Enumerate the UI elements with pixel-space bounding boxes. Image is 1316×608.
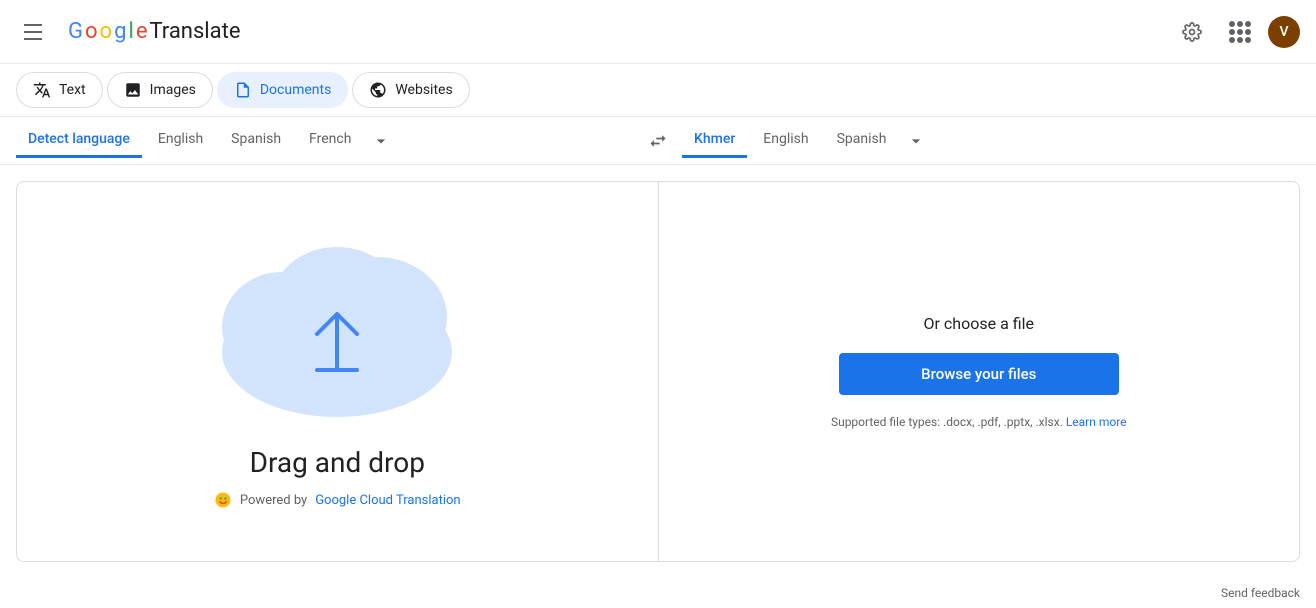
source-lang-detect[interactable]: Detect language: [16, 123, 142, 158]
hamburger-icon: [24, 20, 48, 44]
main-content: Drag and drop Powered by Google Cloud Tr…: [16, 181, 1300, 562]
logo-o1: o: [85, 19, 98, 44]
header-right: V: [1172, 12, 1300, 52]
supported-types-text: Supported file types: .docx, .pdf, .pptx…: [831, 415, 1127, 429]
tab-images-label: Images: [150, 82, 196, 98]
chevron-down-icon: [371, 131, 391, 151]
browse-files-panel: Or choose a file Browse your files Suppo…: [659, 182, 1300, 561]
apps-button[interactable]: [1220, 12, 1260, 52]
logo-e: e: [136, 19, 148, 44]
target-lang-more-button[interactable]: [902, 123, 930, 159]
app-logo: Google Translate: [68, 19, 240, 44]
choose-file-label: Or choose a file: [924, 314, 1034, 333]
chevron-down-icon: [906, 131, 926, 151]
gear-icon: [1182, 22, 1202, 42]
translate-icon: [33, 81, 51, 99]
powered-by: Powered by Google Cloud Translation: [202, 479, 473, 521]
google-cloud-icon: [214, 491, 232, 509]
settings-button[interactable]: [1172, 12, 1212, 52]
tab-websites-label: Websites: [395, 82, 452, 98]
tab-documents-label: Documents: [260, 82, 331, 98]
tabs-row: Text Images Documents Websites: [0, 64, 1316, 117]
grid-icon: [1229, 21, 1251, 43]
logo-g: G: [68, 19, 83, 44]
drag-drop-label: Drag and drop: [250, 446, 425, 479]
source-lang-french[interactable]: French: [297, 123, 363, 158]
cloud-upload-icon: [197, 222, 477, 422]
language-bar: Detect language English Spanish French K…: [0, 117, 1316, 165]
globe-icon: [369, 81, 387, 99]
tab-websites[interactable]: Websites: [352, 72, 469, 108]
powered-by-prefix: Powered by: [240, 493, 307, 508]
target-language-bar: Khmer English Spanish: [682, 123, 1300, 159]
document-icon: [234, 81, 252, 99]
source-language-bar: Detect language English Spanish French: [16, 123, 634, 159]
tab-text[interactable]: Text: [16, 72, 103, 108]
learn-more-link[interactable]: Learn more: [1066, 415, 1127, 429]
tab-images[interactable]: Images: [107, 72, 213, 108]
cloud-upload-area: [197, 222, 477, 422]
tab-documents[interactable]: Documents: [217, 72, 348, 108]
swap-icon: [648, 131, 668, 151]
powered-by-link[interactable]: Google Cloud Translation: [315, 493, 460, 508]
logo-o2: o: [100, 19, 113, 44]
avatar[interactable]: V: [1268, 16, 1300, 48]
send-feedback-button[interactable]: Send feedback: [0, 578, 1316, 608]
drag-drop-panel[interactable]: Drag and drop Powered by Google Cloud Tr…: [17, 182, 659, 561]
browse-files-button[interactable]: Browse your files: [839, 353, 1119, 395]
hamburger-menu-button[interactable]: [16, 12, 56, 52]
target-lang-spanish[interactable]: Spanish: [825, 123, 899, 158]
header-left: Google Translate: [16, 12, 240, 52]
app-name: Translate: [149, 19, 240, 44]
source-lang-spanish[interactable]: Spanish: [219, 123, 293, 158]
target-lang-english[interactable]: English: [751, 123, 820, 158]
target-lang-khmer[interactable]: Khmer: [682, 123, 747, 158]
logo-l: l: [128, 19, 133, 44]
source-lang-more-button[interactable]: [367, 123, 395, 159]
swap-languages-button[interactable]: [634, 117, 682, 165]
logo-g2: g: [114, 19, 126, 44]
source-lang-english[interactable]: English: [146, 123, 215, 158]
tab-text-label: Text: [59, 82, 86, 98]
image-icon: [124, 81, 142, 99]
header: Google Translate V: [0, 0, 1316, 64]
